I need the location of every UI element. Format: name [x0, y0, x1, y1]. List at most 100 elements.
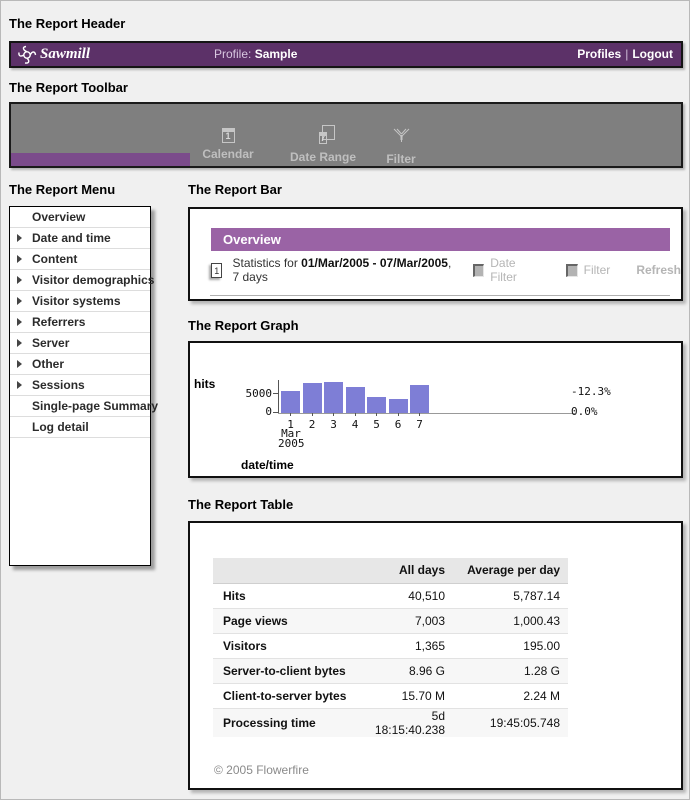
toolbar-accent-strip: [11, 153, 190, 166]
chart-plot: [278, 343, 578, 413]
link-separator: |: [621, 47, 632, 61]
average-per-day-value: 1.28 G: [451, 658, 568, 683]
menu-item-sessions[interactable]: Sessions: [10, 375, 150, 396]
x-tick-mark: [312, 413, 313, 416]
report-bar-panel: Overview 1 Statistics for 01/Mar/2005 - …: [188, 207, 683, 301]
x-tick-mark: [355, 413, 356, 416]
logo-wordmark: Sawmill: [40, 46, 90, 63]
menu-item-content[interactable]: Content: [10, 249, 150, 270]
expand-arrow-icon: [17, 318, 22, 326]
y-tick-label-5000: 5000: [230, 387, 272, 400]
average-per-day-value: 2.24 M: [451, 683, 568, 708]
row-label: Visitors: [213, 633, 363, 658]
menu-item-date-and-time[interactable]: Date and time: [10, 228, 150, 249]
section-heading-report-bar: The Report Bar: [188, 182, 282, 197]
section-heading-report-toolbar: The Report Toolbar: [9, 80, 128, 95]
profiles-link[interactable]: Profiles: [577, 47, 621, 61]
date-range-icon: 7: [319, 128, 326, 146]
logout-link[interactable]: Logout: [632, 47, 673, 61]
baseline-percent-label: 0.0%: [571, 405, 598, 418]
average-per-day-value: 19:45:05.748: [451, 708, 568, 737]
menu-item-overview[interactable]: Overview: [10, 207, 150, 228]
x-tick-mark: [398, 413, 399, 416]
expand-arrow-icon: [17, 276, 22, 284]
chart-bar-day-6: [389, 399, 408, 413]
expand-arrow-icon: [17, 360, 22, 368]
toolbar-button-label: Date Range: [290, 150, 356, 164]
toolbar-button-calendar[interactable]: 1 Calendar: [193, 128, 263, 161]
all-days-value: 15.70 M: [363, 683, 451, 708]
chart-bar-day-4: [346, 387, 365, 413]
x-tick-label: 2: [302, 418, 323, 431]
menu-item-label: Other: [32, 357, 64, 371]
change-percent-label: -12.3%: [571, 385, 611, 398]
section-heading-report-header: The Report Header: [9, 16, 125, 31]
page: The Report Header The Report Toolbar The…: [0, 0, 690, 800]
menu-item-label: Server: [32, 336, 69, 350]
table-row-page-views: Page views7,0031,000.43: [213, 608, 568, 633]
row-label: Server-to-client bytes: [213, 658, 363, 683]
x-tick-mark: [419, 413, 420, 416]
app-header-bar: Sawmill Profile: Sample Profiles|Logout: [9, 41, 683, 68]
report-table-panel: All days Average per day Hits40,5105,787…: [188, 521, 683, 790]
x-tick-label: 7: [409, 418, 430, 431]
statistics-text: Statistics for 01/Mar/2005 - 07/Mar/2005…: [232, 256, 454, 284]
table-row-hits: Hits40,5105,787.14: [213, 583, 568, 608]
filter-label: Filter: [584, 263, 611, 277]
all-days-value: 40,510: [363, 583, 451, 608]
average-per-day-value: 1,000.43: [451, 608, 568, 633]
menu-item-label: Date and time: [32, 231, 111, 245]
chart-bar-day-2: [303, 383, 322, 413]
menu-item-single-page-summary[interactable]: Single-page Summary: [10, 396, 150, 417]
menu-item-referrers[interactable]: Referrers: [10, 312, 150, 333]
row-label: Hits: [213, 583, 363, 608]
menu-item-visitor-systems[interactable]: Visitor systems: [10, 291, 150, 312]
report-menu: Overview Date and time ContentVisitor demo…: [9, 206, 151, 566]
table-row-client-to-server-bytes: Client-to-server bytes15.70 M2.24 M: [213, 683, 568, 708]
chart-bar-day-3: [324, 382, 343, 413]
row-label: Processing time: [213, 708, 363, 737]
toolbar-button-filter[interactable]: Filter: [369, 128, 433, 166]
date-filter-label: Date Filter: [490, 256, 538, 284]
all-days-value: 1,365: [363, 633, 451, 658]
section-heading-report-menu: The Report Menu: [9, 182, 115, 197]
profile-indicator: Profile: Sample: [214, 47, 297, 61]
copyright-footer: © 2005 Flowerfire: [214, 763, 309, 777]
menu-item-other[interactable]: Other: [10, 354, 150, 375]
menu-item-label: Overview: [32, 210, 85, 224]
x-tick-label: 1: [280, 418, 301, 431]
menu-item-label: Visitor systems: [32, 294, 121, 308]
all-days-value: 8.96 G: [363, 658, 451, 683]
filter-icon: [393, 128, 410, 148]
table-header-row: All days Average per day: [213, 558, 568, 583]
date-range-value: 01/Mar/2005 - 07/Mar/2005: [301, 256, 448, 270]
menu-item-log-detail[interactable]: Log detail: [10, 417, 150, 438]
refresh-button[interactable]: Refresh: [636, 263, 681, 277]
report-graph-panel: hits 5000 0 Mar2005 -12.3% 0.0% date/tim…: [188, 341, 683, 478]
graph-y-axis-title: hits: [194, 377, 215, 391]
section-heading-report-graph: The Report Graph: [188, 318, 299, 333]
average-per-day-value: 195.00: [451, 633, 568, 658]
calendar-icon[interactable]: 1: [211, 263, 222, 278]
column-header-blank: [213, 558, 363, 583]
profile-prefix: Profile:: [214, 47, 251, 61]
x-tick-mark: [290, 413, 291, 416]
toolbar-button-date-range[interactable]: 7 Date Range: [279, 128, 367, 164]
filter-checkbox[interactable]: [566, 264, 578, 277]
calendar-icon: 1: [222, 128, 235, 143]
report-bar-divider: [210, 295, 670, 296]
menu-item-server[interactable]: Server: [10, 333, 150, 354]
chart-bar-day-1: [281, 391, 300, 413]
profile-name: Sample: [255, 47, 298, 61]
x-tick-label: 3: [323, 418, 344, 431]
column-header-all-days: All days: [363, 558, 451, 583]
sawmill-logo[interactable]: Sawmill: [17, 44, 90, 65]
toolbar-button-label: Filter: [386, 152, 415, 166]
expand-arrow-icon: [17, 234, 22, 242]
row-label: Client-to-server bytes: [213, 683, 363, 708]
x-axis-period-label: Mar2005: [278, 429, 304, 449]
column-header-average-per-day: Average per day: [451, 558, 568, 583]
toolbar-button-label: Calendar: [202, 147, 253, 161]
date-filter-checkbox[interactable]: [473, 264, 485, 277]
menu-item-visitor-demographics[interactable]: Visitor demographics: [10, 270, 150, 291]
